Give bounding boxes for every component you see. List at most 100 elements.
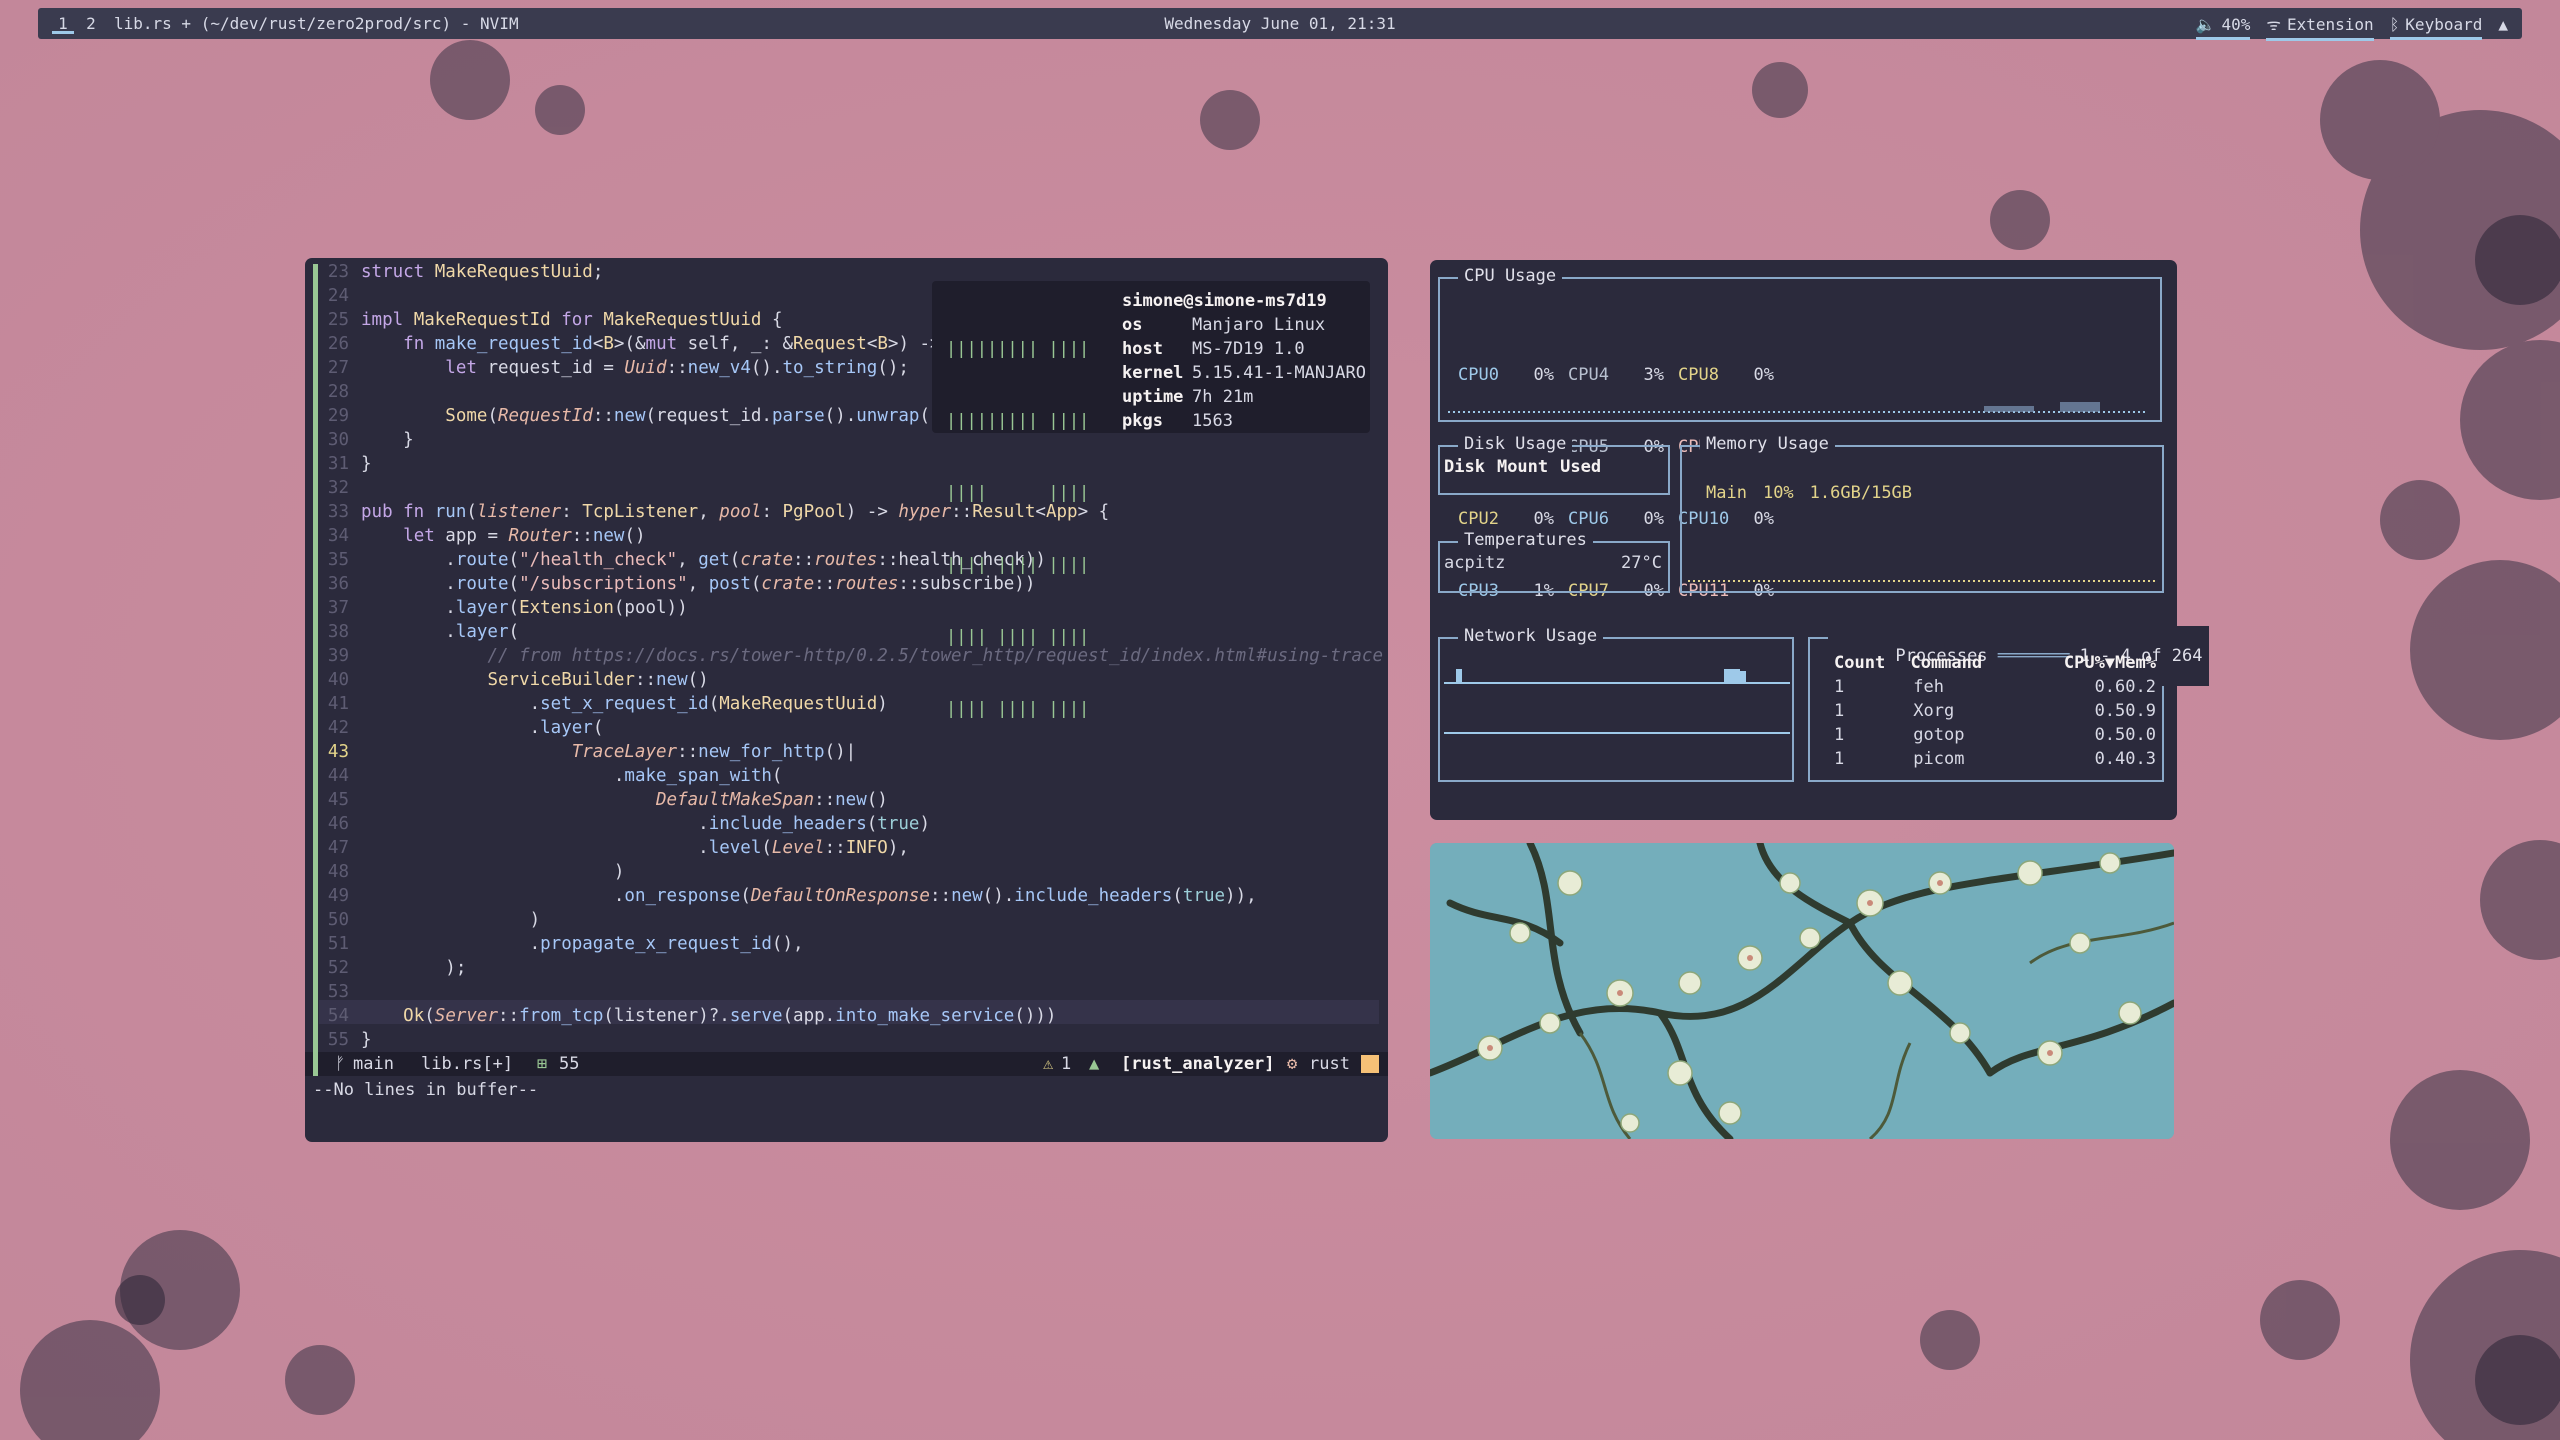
branch-icon: ᚠ bbox=[335, 1054, 346, 1074]
code-line[interactable]: 36 .route("/subscriptions", post(crate::… bbox=[319, 572, 1035, 596]
line-number: 51 bbox=[327, 934, 349, 954]
line-number: 28 bbox=[327, 382, 349, 402]
system-fetch-overlay: ||||||||| |||| ||||||||| |||| |||| |||| … bbox=[932, 281, 1370, 719]
line-number: 48 bbox=[327, 862, 349, 882]
gotop-window[interactable]: CPU Usage CPU00% CPU43% CPU80% CPU10% CP… bbox=[1430, 260, 2209, 820]
disk-col-disk: Disk bbox=[1444, 457, 1485, 477]
temp-sensor: acpitz bbox=[1444, 553, 1506, 573]
code-line[interactable]: 54 Ok(Server::from_tcp(listener)?.serve(… bbox=[319, 1004, 1057, 1028]
code-line[interactable]: 55} bbox=[319, 1028, 372, 1052]
image-viewer-window[interactable] bbox=[1430, 843, 2174, 1139]
diagnostic-icon: ⚠ bbox=[1043, 1054, 1054, 1074]
power-menu[interactable]: ▲ bbox=[2498, 15, 2508, 40]
code-line[interactable]: 53 bbox=[319, 980, 361, 1004]
line-number: 50 bbox=[327, 910, 349, 930]
fetch-user: simone@simone-ms7d19 bbox=[1122, 291, 1327, 311]
code-line[interactable]: 46 .include_headers(true) bbox=[319, 812, 930, 836]
code-line[interactable]: 34 let app = Router::new() bbox=[319, 524, 646, 548]
file-type: rust bbox=[1309, 1054, 1350, 1074]
line-number: 42 bbox=[327, 718, 349, 738]
wifi-icon: ᯤ bbox=[2266, 15, 2281, 34]
code-line[interactable]: 24 bbox=[319, 284, 361, 308]
line-number: 24 bbox=[327, 286, 349, 306]
fetch-info: simone@simone-ms7d19 os Manjaro Linux hos… bbox=[1122, 291, 1366, 431]
process-table: Count Command CPU%▼ Mem% 1 feh 0.6 0.2 1… bbox=[1834, 651, 2156, 771]
mode-indicator bbox=[313, 1052, 318, 1076]
disk-usage-title: Disk Usage bbox=[1458, 434, 1573, 454]
speaker-icon: 🔈 bbox=[2195, 14, 2216, 34]
process-table-header: Count Command CPU%▼ Mem% bbox=[1834, 653, 2156, 673]
volume-indicator[interactable]: 🔈 40% bbox=[2195, 14, 2251, 40]
code-line[interactable]: 44 .make_span_with( bbox=[319, 764, 783, 788]
line-number: 27 bbox=[327, 358, 349, 378]
code-line[interactable]: 51 .propagate_x_request_id(), bbox=[319, 932, 804, 956]
code-line[interactable]: 30 } bbox=[319, 428, 414, 452]
code-line[interactable]: 32 bbox=[319, 476, 361, 500]
code-line[interactable]: 52 ); bbox=[319, 956, 466, 980]
code-line[interactable]: 27 let request_id = Uuid::new_v4().to_st… bbox=[319, 356, 909, 380]
memory-sparkline bbox=[1688, 580, 2158, 582]
line-number: 53 bbox=[327, 982, 349, 1002]
code-line[interactable]: 40 ServiceBuilder::new() bbox=[319, 668, 709, 692]
code-line[interactable]: 48 ) bbox=[319, 860, 624, 884]
memory-used: 1.6GB/15GB bbox=[1809, 483, 1913, 503]
diff-added-icon: ⊞ bbox=[537, 1054, 548, 1074]
code-line[interactable]: 29 Some(RequestId::new(request_id.parse(… bbox=[319, 404, 962, 428]
line-number: 30 bbox=[327, 430, 349, 450]
memory-usage-panel: Memory Usage Main 10% 1.6GB/15GB bbox=[1680, 434, 2164, 593]
code-line[interactable]: 45 DefaultMakeSpan::new() bbox=[319, 788, 888, 812]
wifi-indicator[interactable]: ᯤ Extension bbox=[2266, 13, 2374, 41]
code-line[interactable]: 31} bbox=[319, 452, 372, 476]
bluetooth-icon: ᛒ bbox=[2389, 14, 2400, 34]
line-number: 40 bbox=[327, 670, 349, 690]
bluetooth-indicator[interactable]: ᛒ Keyboard bbox=[2389, 14, 2483, 40]
disk-col-used: Used bbox=[1560, 457, 1602, 477]
code-line[interactable]: 41 .set_x_request_id(MakeRequestUuid) bbox=[319, 692, 888, 716]
code-line[interactable]: 35 .route("/health_check", get(crate::ro… bbox=[319, 548, 1046, 572]
memory-label: Main bbox=[1706, 483, 1747, 503]
file-name: lib.rs[+] bbox=[421, 1054, 514, 1074]
volume-level: 40% bbox=[2221, 14, 2251, 34]
network-graph bbox=[1444, 669, 1790, 734]
code-line[interactable]: 23 struct MakeRequestUuid; bbox=[319, 260, 603, 284]
line-number: 29 bbox=[327, 406, 349, 426]
terminal-nvim-window[interactable]: 23 struct MakeRequestUuid; 24 25 impl MakeRe… bbox=[305, 258, 1388, 1142]
code-line[interactable]: 47 .level(Level::INFO), bbox=[319, 836, 909, 860]
code-line[interactable]: 38 .layer( bbox=[319, 620, 519, 644]
cpu-sparkline bbox=[1448, 402, 2148, 413]
bluetooth-device: Keyboard bbox=[2405, 14, 2483, 34]
code-line[interactable]: 39 // from https://docs.rs/tower-http/0.… bbox=[319, 644, 1383, 668]
code-line[interactable]: 49 .on_response(DefaultOnResponse::new()… bbox=[319, 884, 1257, 908]
line-number: 39 bbox=[327, 646, 349, 666]
diff-added-count: 55 bbox=[559, 1054, 580, 1074]
git-branch: main bbox=[353, 1054, 394, 1074]
status-bar: 1 2 lib.rs + (~/dev/rust/zero2prod/src) … bbox=[38, 8, 2522, 41]
temperatures-title: Temperatures bbox=[1458, 530, 1593, 550]
process-row[interactable]: 1 feh 0.6 0.2 bbox=[1834, 675, 2156, 699]
line-number: 26 bbox=[327, 334, 349, 354]
command-line[interactable]: --No lines in buffer-- bbox=[313, 1078, 538, 1102]
process-row[interactable]: 1 picom 0.4 0.3 bbox=[1834, 747, 2156, 771]
code-line[interactable]: 28 bbox=[319, 380, 361, 404]
line-number: 31 bbox=[327, 454, 349, 474]
line-number: 34 bbox=[327, 526, 349, 546]
network-usage-panel: Network Usage bbox=[1438, 626, 1794, 782]
line-number: 46 bbox=[327, 814, 349, 834]
code-line[interactable]: 26 fn make_request_id<B>(&mut self, _: &… bbox=[319, 332, 941, 356]
line-number: 54 bbox=[327, 1006, 349, 1026]
process-row[interactable]: 1 gotop 0.5 0.0 bbox=[1834, 723, 2156, 747]
processes-panel: Processes ═══════ 1 - 4 of 264 Count Com… bbox=[1808, 626, 2209, 782]
code-line[interactable]: 43 TraceLayer::new_for_http()| bbox=[319, 740, 856, 764]
code-line[interactable]: 25 impl MakeRequestId for MakeRequestUuid… bbox=[319, 308, 783, 332]
memory-percent: 10% bbox=[1762, 483, 1794, 503]
process-row[interactable]: 1 Xorg 0.5 0.9 bbox=[1834, 699, 2156, 723]
wifi-network: Extension bbox=[2286, 14, 2374, 34]
nvim-statusline: ᚠ main lib.rs[+] ⊞ 55 ⚠ 1 ▲ [rust_analyz… bbox=[305, 1052, 1388, 1076]
code-line[interactable]: 42 .layer( bbox=[319, 716, 603, 740]
line-number: 25 bbox=[327, 310, 349, 330]
almond-blossom-painting bbox=[1430, 843, 2174, 1139]
cpu-usage-title: CPU Usage bbox=[1458, 266, 1563, 286]
code-line[interactable]: 37 .layer(Extension(pool)) bbox=[319, 596, 688, 620]
code-line[interactable]: 50 ) bbox=[319, 908, 540, 932]
line-number: 23 bbox=[327, 262, 349, 282]
